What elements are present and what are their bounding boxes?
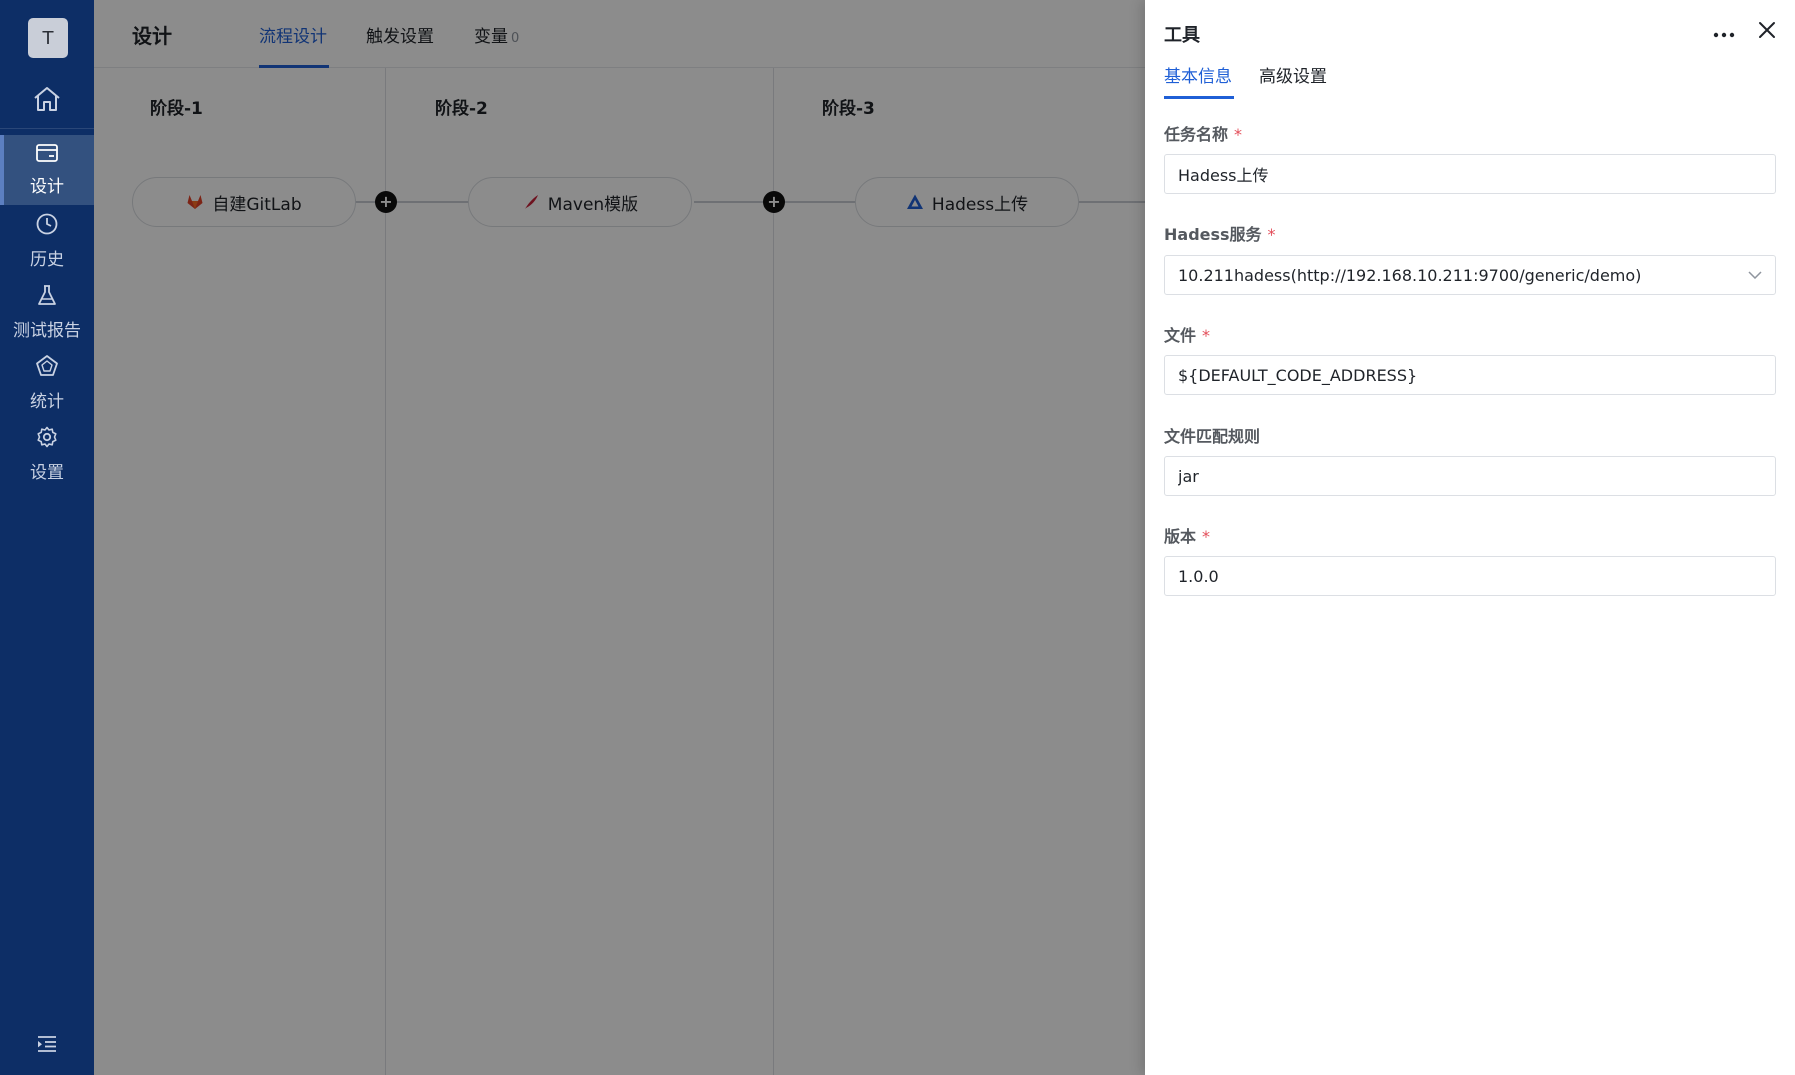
sidebar-item-label: 历史 xyxy=(30,250,64,270)
tab-basic-info[interactable]: 基本信息 xyxy=(1164,62,1232,87)
required-mark: * xyxy=(1234,125,1243,144)
hadess-service-label: Hadess服务 * xyxy=(1164,221,1276,245)
task-name-label: 任务名称 * xyxy=(1164,121,1242,145)
tab-advanced-settings[interactable]: 高级设置 xyxy=(1259,62,1327,87)
required-mark: * xyxy=(1267,225,1276,244)
field-label-text: 文件匹配规则 xyxy=(1164,427,1261,446)
drawer-title: 工具 xyxy=(1164,25,1200,46)
hadess-service-select[interactable]: 10.211hadess(http://192.168.10.211:9700/… xyxy=(1164,255,1776,295)
field-label-text: Hadess服务 xyxy=(1164,225,1262,244)
card-icon xyxy=(35,143,59,168)
more-options-button[interactable] xyxy=(1711,22,1737,42)
file-match-rule-label: 文件匹配规则 xyxy=(1164,423,1260,447)
sidebar-item-label: 设计 xyxy=(30,177,64,197)
collapse-sidebar-button[interactable] xyxy=(33,1034,61,1058)
sidebar-item-statistics[interactable]: 统计 xyxy=(0,348,94,418)
sidebar-item-history[interactable]: 历史 xyxy=(0,206,94,276)
clock-icon xyxy=(35,212,59,241)
field-label-text: 版本 xyxy=(1164,527,1197,546)
field-label-text: 任务名称 xyxy=(1164,125,1229,144)
required-mark: * xyxy=(1202,527,1211,546)
sidebar-item-settings[interactable]: 设置 xyxy=(0,419,94,489)
avatar[interactable]: T xyxy=(28,18,68,58)
sidebar-item-label: 测试报告 xyxy=(13,321,81,341)
sidebar-item-test-report[interactable]: 测试报告 xyxy=(0,277,94,347)
chevron-down-icon xyxy=(1748,271,1762,279)
menu-indent-icon xyxy=(35,1034,59,1058)
flask-icon xyxy=(35,283,59,312)
required-mark: * xyxy=(1202,326,1211,345)
version-input[interactable] xyxy=(1164,556,1776,596)
file-match-rule-input[interactable] xyxy=(1164,456,1776,496)
field-label-text: 文件 xyxy=(1164,326,1197,345)
gear-icon xyxy=(35,425,59,454)
sidebar-divider xyxy=(0,128,94,129)
home-icon xyxy=(32,85,62,117)
pentagon-chart-icon xyxy=(35,354,59,383)
select-value: 10.211hadess(http://192.168.10.211:9700/… xyxy=(1178,265,1642,285)
sidebar-item-design[interactable]: 设计 xyxy=(0,135,94,205)
close-icon xyxy=(1758,21,1776,43)
version-label: 版本 * xyxy=(1164,523,1210,547)
home-button[interactable] xyxy=(0,74,94,128)
file-input[interactable] xyxy=(1164,355,1776,395)
tool-drawer: 工具 基本信息 高级设置 任务名称 * Hadess服务 * 10.211hades… xyxy=(1145,0,1795,1075)
task-name-input[interactable] xyxy=(1164,154,1776,194)
sidebar-item-label: 统计 xyxy=(30,392,64,412)
active-tab-indicator xyxy=(1164,96,1234,99)
more-horizontal-icon xyxy=(1713,23,1735,42)
sidebar: T 设计 历史 测试报告 统计 设置 xyxy=(0,0,94,1075)
close-drawer-button[interactable] xyxy=(1755,20,1779,44)
file-label: 文件 * xyxy=(1164,322,1210,346)
sidebar-item-label: 设置 xyxy=(30,463,64,483)
